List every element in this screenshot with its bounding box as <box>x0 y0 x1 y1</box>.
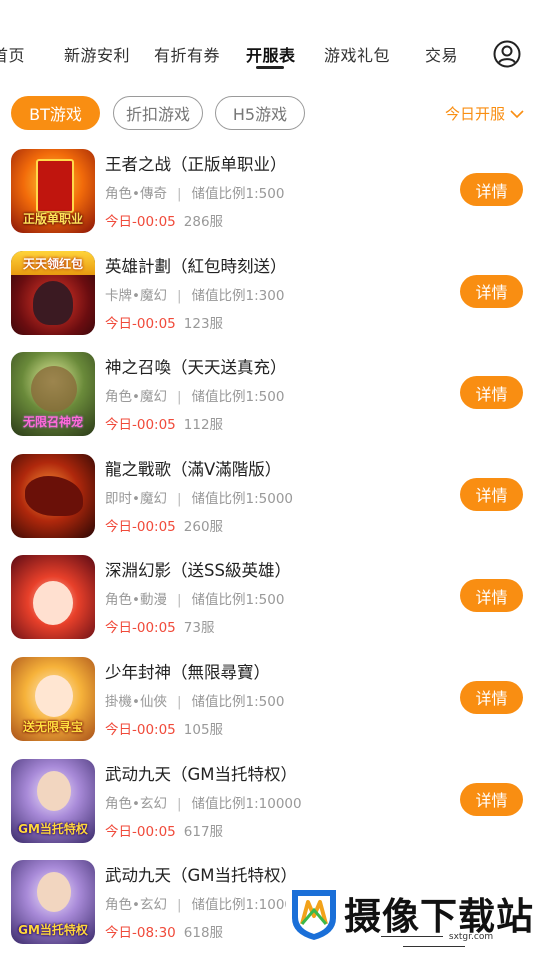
server-number: 123服 <box>183 315 224 332</box>
game-meta: 角色•玄幻 | 储值比例1:10000 <box>105 795 302 812</box>
game-meta: 即时•魔幻 | 储值比例1:5000 <box>105 490 294 507</box>
game-genre: 掛機•仙俠 <box>105 693 167 710</box>
game-meta: 角色•玄幻 | 储值比例1:10000 <box>105 897 302 914</box>
game-genre: 即时•魔幻 <box>105 490 167 507</box>
game-title: 龍之戰歌（滿V滿階版） <box>105 459 282 479</box>
game-open-time: 今日-00:05 123服 <box>105 312 223 332</box>
open-time: 今日-08:30 <box>105 925 176 942</box>
game-genre: 角色•玄幻 <box>105 897 167 914</box>
game-meta: 卡牌•魔幻 | 储值比例1:300 <box>105 287 285 304</box>
date-select[interactable]: 今日开服 <box>445 103 524 124</box>
server-number: 112服 <box>183 417 224 434</box>
game-icon <box>11 453 95 538</box>
tab-trade[interactable]: 交易 <box>425 42 458 66</box>
open-time: 今日-00:05 <box>105 315 176 332</box>
game-ratio: 储值比例1:500 <box>191 186 285 202</box>
detail-button[interactable]: 详情 <box>460 376 523 410</box>
game-meta: 角色•魔幻 | 储值比例1:500 <box>105 389 285 406</box>
open-time: 今日-00:05 <box>105 620 176 637</box>
game-ratio: 储值比例1:500 <box>191 389 285 406</box>
list-item[interactable]: 龍之戰歌（滿V滿階版） 即时•魔幻 | 储值比例1:5000 今日-00:05 260… <box>0 450 534 552</box>
game-title: 王者之战（正版单职业） <box>105 155 287 174</box>
list-item[interactable]: 深淵幻影（送SS級英雄） 角色•動漫 | 储值比例1:500 今日-00:05 73服… <box>0 551 534 653</box>
open-time: 今日-00:05 <box>105 823 176 840</box>
game-icon <box>11 555 95 640</box>
game-title: 英雄計劃（紅包時刻送） <box>105 256 287 276</box>
pill-h5-games[interactable]: H5游戏 <box>215 96 305 130</box>
game-open-time: 今日-00:05 617服 <box>105 820 223 840</box>
game-list: 正版单职业 王者之战（正版单职业） 角色•傳奇 | 储值比例1:500 今日-00:… <box>0 145 534 958</box>
detail-button[interactable]: 详情 <box>460 274 523 308</box>
game-icon: GM当托特权 <box>11 860 95 945</box>
open-time: 今日-00:05 <box>105 214 176 230</box>
tab-new-games[interactable]: 新游安利 <box>64 42 130 66</box>
game-ratio: 储值比例1:500 <box>191 592 285 609</box>
detail-button[interactable]: 详情 <box>460 782 523 816</box>
game-open-time: 今日-00:05 112服 <box>105 413 223 433</box>
game-open-time: 今日-00:05 286服 <box>105 210 223 230</box>
watermark: 摄像下载站 sxtgr.com <box>286 882 534 949</box>
game-open-time: 今日-00:05 73服 <box>105 616 214 636</box>
list-item[interactable]: GM当托特权 武动九天（GM当托特权） 角色•玄幻 | 储值比例1:10000 今日… <box>0 755 534 857</box>
watermark-logo-icon <box>292 890 336 940</box>
game-open-time: 今日-00:05 105服 <box>105 718 223 738</box>
game-ratio: 储值比例1:500 <box>191 693 285 710</box>
game-open-time: 今日-00:05 260服 <box>105 515 223 535</box>
game-icon: 无限召神宠 <box>11 352 95 437</box>
detail-button[interactable]: 详情 <box>460 173 523 206</box>
game-icon: 正版单职业 <box>11 149 95 233</box>
game-genre: 角色•傳奇 <box>105 186 167 202</box>
active-tab-indicator <box>256 66 284 69</box>
list-item[interactable]: 正版单职业 王者之战（正版单职业） 角色•傳奇 | 储值比例1:500 今日-00:… <box>0 145 534 247</box>
detail-button[interactable]: 详情 <box>460 579 523 613</box>
server-number: 618服 <box>183 925 224 942</box>
tab-home[interactable]: 首页 <box>0 42 25 66</box>
game-title: 武动九天（GM当托特权） <box>105 764 298 784</box>
pill-discount-games[interactable]: 折扣游戏 <box>113 96 203 130</box>
detail-button[interactable]: 详情 <box>460 477 523 511</box>
game-icon: 天天领红包 <box>11 250 95 335</box>
server-number: 73服 <box>183 620 215 637</box>
game-meta: 角色•動漫 | 储值比例1:500 <box>105 592 285 609</box>
game-genre: 角色•玄幻 <box>105 795 167 812</box>
game-ratio: 储值比例1:5000 <box>191 490 294 507</box>
open-time: 今日-00:05 <box>105 518 176 535</box>
game-title: 少年封神（無限尋寶） <box>105 662 270 682</box>
list-item[interactable]: 无限召神宠 神之召喚（天天送真充） 角色•魔幻 | 储值比例1:500 今日-00:… <box>0 348 534 450</box>
tab-discounts[interactable]: 有折有券 <box>154 42 220 66</box>
game-icon: 送无限寻宝 <box>11 656 95 741</box>
game-ratio: 储值比例1:300 <box>191 287 285 304</box>
game-title: 深淵幻影（送SS級英雄） <box>105 561 291 581</box>
open-time: 今日-00:05 <box>105 721 176 738</box>
open-time: 今日-00:05 <box>105 417 176 434</box>
game-genre: 角色•動漫 <box>105 592 167 609</box>
game-meta: 角色•傳奇 | 储值比例1:500 <box>105 186 285 202</box>
game-ratio: 储值比例1:10000 <box>191 795 302 812</box>
list-item[interactable]: 送无限寻宝 少年封神（無限尋寶） 掛機•仙俠 | 储值比例1:500 今日-00:0… <box>0 653 534 755</box>
game-open-time: 今日-08:30 618服 <box>105 921 223 941</box>
game-icon: GM当托特权 <box>11 758 95 843</box>
chevron-down-icon <box>510 109 524 118</box>
top-navigation: 首页 新游安利 有折有券 开服表 游戏礼包 交易 <box>0 0 534 108</box>
game-genre: 卡牌•魔幻 <box>105 287 167 304</box>
tab-server-schedule[interactable]: 开服表 <box>246 42 296 66</box>
server-number: 105服 <box>183 721 224 738</box>
user-circle-icon[interactable] <box>493 40 521 68</box>
game-title: 武动九天（GM当托特权） <box>105 866 298 886</box>
date-select-label: 今日开服 <box>445 105 506 123</box>
server-number: 260服 <box>183 518 224 535</box>
game-genre: 角色•魔幻 <box>105 389 167 406</box>
detail-button[interactable]: 详情 <box>460 680 523 714</box>
server-number: 617服 <box>183 823 224 840</box>
filter-bar: BT游戏 折扣游戏 H5游戏 今日开服 <box>0 96 534 136</box>
pill-bt-games[interactable]: BT游戏 <box>11 96 100 130</box>
game-title: 神之召喚（天天送真充） <box>105 358 287 378</box>
server-number: 286服 <box>183 214 224 230</box>
watermark-url: sxtgr.com <box>344 932 524 952</box>
game-meta: 掛機•仙俠 | 储值比例1:500 <box>105 693 285 710</box>
tab-gift-packs[interactable]: 游戏礼包 <box>324 42 390 66</box>
list-item[interactable]: 天天领红包 英雄計劃（紅包時刻送） 卡牌•魔幻 | 储值比例1:300 今日-00:… <box>0 247 534 349</box>
